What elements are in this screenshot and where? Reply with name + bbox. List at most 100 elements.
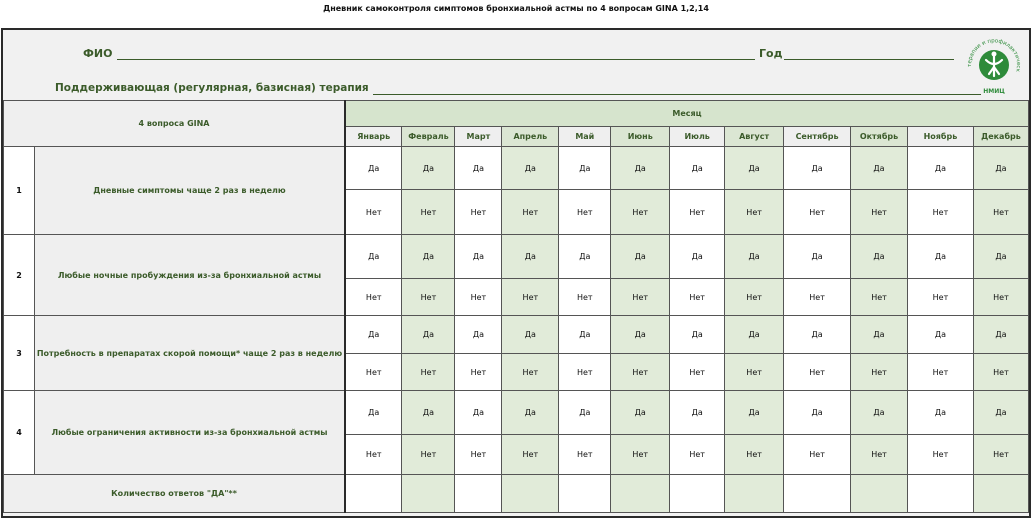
answer-no-option[interactable]: Нет	[344, 278, 403, 316]
answer-yes-option[interactable]: Да	[972, 234, 1030, 279]
answer-yes-option[interactable]: Да	[401, 146, 456, 190]
answer-no-option[interactable]: Нет	[972, 434, 1030, 475]
fio-field-line[interactable]	[117, 59, 755, 60]
answer-no-option[interactable]: Нет	[906, 189, 974, 235]
answer-no-option[interactable]: Нет	[401, 434, 456, 475]
yes-count-cell[interactable]	[783, 474, 852, 513]
answer-yes-option[interactable]: Да	[610, 390, 671, 435]
answer-yes-option[interactable]: Да	[501, 234, 560, 279]
answer-no-option[interactable]: Нет	[724, 278, 785, 316]
yes-count-cell[interactable]	[906, 474, 974, 513]
answer-yes-option[interactable]: Да	[783, 234, 852, 279]
answer-yes-option[interactable]: Да	[850, 146, 908, 190]
answer-no-option[interactable]: Нет	[783, 189, 852, 235]
answer-yes-option[interactable]: Да	[501, 315, 560, 354]
yes-count-cell[interactable]	[454, 474, 503, 513]
yes-count-cell[interactable]	[724, 474, 785, 513]
answer-yes-option[interactable]: Да	[558, 146, 612, 190]
answer-yes-option[interactable]: Да	[906, 315, 974, 354]
answer-no-option[interactable]: Нет	[972, 189, 1030, 235]
answer-no-option[interactable]: Нет	[501, 353, 560, 391]
answer-no-option[interactable]: Нет	[850, 353, 908, 391]
answer-yes-option[interactable]: Да	[344, 146, 403, 190]
answer-no-option[interactable]: Нет	[558, 189, 612, 235]
answer-no-option[interactable]: Нет	[454, 353, 503, 391]
answer-no-option[interactable]: Нет	[558, 434, 612, 475]
answer-no-option[interactable]: Нет	[501, 434, 560, 475]
answer-yes-option[interactable]: Да	[401, 234, 456, 279]
answer-no-option[interactable]: Нет	[401, 189, 456, 235]
answer-yes-option[interactable]: Да	[344, 390, 403, 435]
answer-yes-option[interactable]: Да	[454, 146, 503, 190]
answer-no-option[interactable]: Нет	[783, 278, 852, 316]
answer-yes-option[interactable]: Да	[850, 315, 908, 354]
answer-no-option[interactable]: Нет	[501, 189, 560, 235]
answer-no-option[interactable]: Нет	[610, 434, 671, 475]
answer-no-option[interactable]: Нет	[669, 353, 726, 391]
answer-yes-option[interactable]: Да	[850, 234, 908, 279]
answer-yes-option[interactable]: Да	[669, 234, 726, 279]
answer-yes-option[interactable]: Да	[344, 315, 403, 354]
answer-yes-option[interactable]: Да	[344, 234, 403, 279]
year-field-line[interactable]	[784, 59, 954, 60]
answer-yes-option[interactable]: Да	[906, 234, 974, 279]
answer-no-option[interactable]: Нет	[558, 278, 612, 316]
answer-yes-option[interactable]: Да	[401, 315, 456, 354]
answer-yes-option[interactable]: Да	[558, 315, 612, 354]
answer-yes-option[interactable]: Да	[724, 234, 785, 279]
answer-yes-option[interactable]: Да	[669, 390, 726, 435]
answer-no-option[interactable]: Нет	[401, 353, 456, 391]
therapy-field-line[interactable]	[373, 94, 981, 95]
answer-no-option[interactable]: Нет	[454, 434, 503, 475]
answer-no-option[interactable]: Нет	[610, 353, 671, 391]
answer-yes-option[interactable]: Да	[454, 390, 503, 435]
answer-yes-option[interactable]: Да	[724, 390, 785, 435]
answer-no-option[interactable]: Нет	[454, 278, 503, 316]
answer-yes-option[interactable]: Да	[906, 146, 974, 190]
answer-yes-option[interactable]: Да	[401, 390, 456, 435]
answer-no-option[interactable]: Нет	[344, 434, 403, 475]
answer-yes-option[interactable]: Да	[850, 390, 908, 435]
answer-no-option[interactable]: Нет	[401, 278, 456, 316]
answer-no-option[interactable]: Нет	[972, 278, 1030, 316]
answer-no-option[interactable]: Нет	[972, 353, 1030, 391]
answer-yes-option[interactable]: Да	[610, 234, 671, 279]
answer-yes-option[interactable]: Да	[558, 234, 612, 279]
answer-no-option[interactable]: Нет	[906, 278, 974, 316]
answer-yes-option[interactable]: Да	[454, 315, 503, 354]
answer-no-option[interactable]: Нет	[850, 278, 908, 316]
answer-yes-option[interactable]: Да	[972, 390, 1030, 435]
answer-yes-option[interactable]: Да	[501, 390, 560, 435]
answer-no-option[interactable]: Нет	[783, 434, 852, 475]
answer-yes-option[interactable]: Да	[454, 234, 503, 279]
answer-no-option[interactable]: Нет	[906, 353, 974, 391]
answer-no-option[interactable]: Нет	[906, 434, 974, 475]
answer-yes-option[interactable]: Да	[669, 146, 726, 190]
answer-yes-option[interactable]: Да	[783, 315, 852, 354]
answer-yes-option[interactable]: Да	[783, 146, 852, 190]
answer-yes-option[interactable]: Да	[783, 390, 852, 435]
yes-count-cell[interactable]	[972, 474, 1030, 513]
answer-no-option[interactable]: Нет	[501, 278, 560, 316]
answer-no-option[interactable]: Нет	[850, 434, 908, 475]
yes-count-cell[interactable]	[401, 474, 456, 513]
answer-no-option[interactable]: Нет	[783, 353, 852, 391]
answer-yes-option[interactable]: Да	[501, 146, 560, 190]
answer-yes-option[interactable]: Да	[972, 146, 1030, 190]
yes-count-cell[interactable]	[344, 474, 403, 513]
answer-yes-option[interactable]: Да	[724, 146, 785, 190]
yes-count-cell[interactable]	[558, 474, 612, 513]
answer-yes-option[interactable]: Да	[610, 146, 671, 190]
answer-no-option[interactable]: Нет	[669, 278, 726, 316]
answer-no-option[interactable]: Нет	[610, 278, 671, 316]
answer-no-option[interactable]: Нет	[558, 353, 612, 391]
answer-yes-option[interactable]: Да	[724, 315, 785, 354]
yes-count-cell[interactable]	[501, 474, 560, 513]
yes-count-cell[interactable]	[610, 474, 671, 513]
answer-no-option[interactable]: Нет	[344, 353, 403, 391]
yes-count-cell[interactable]	[850, 474, 908, 513]
answer-no-option[interactable]: Нет	[344, 189, 403, 235]
answer-yes-option[interactable]: Да	[610, 315, 671, 354]
answer-no-option[interactable]: Нет	[724, 434, 785, 475]
answer-no-option[interactable]: Нет	[610, 189, 671, 235]
